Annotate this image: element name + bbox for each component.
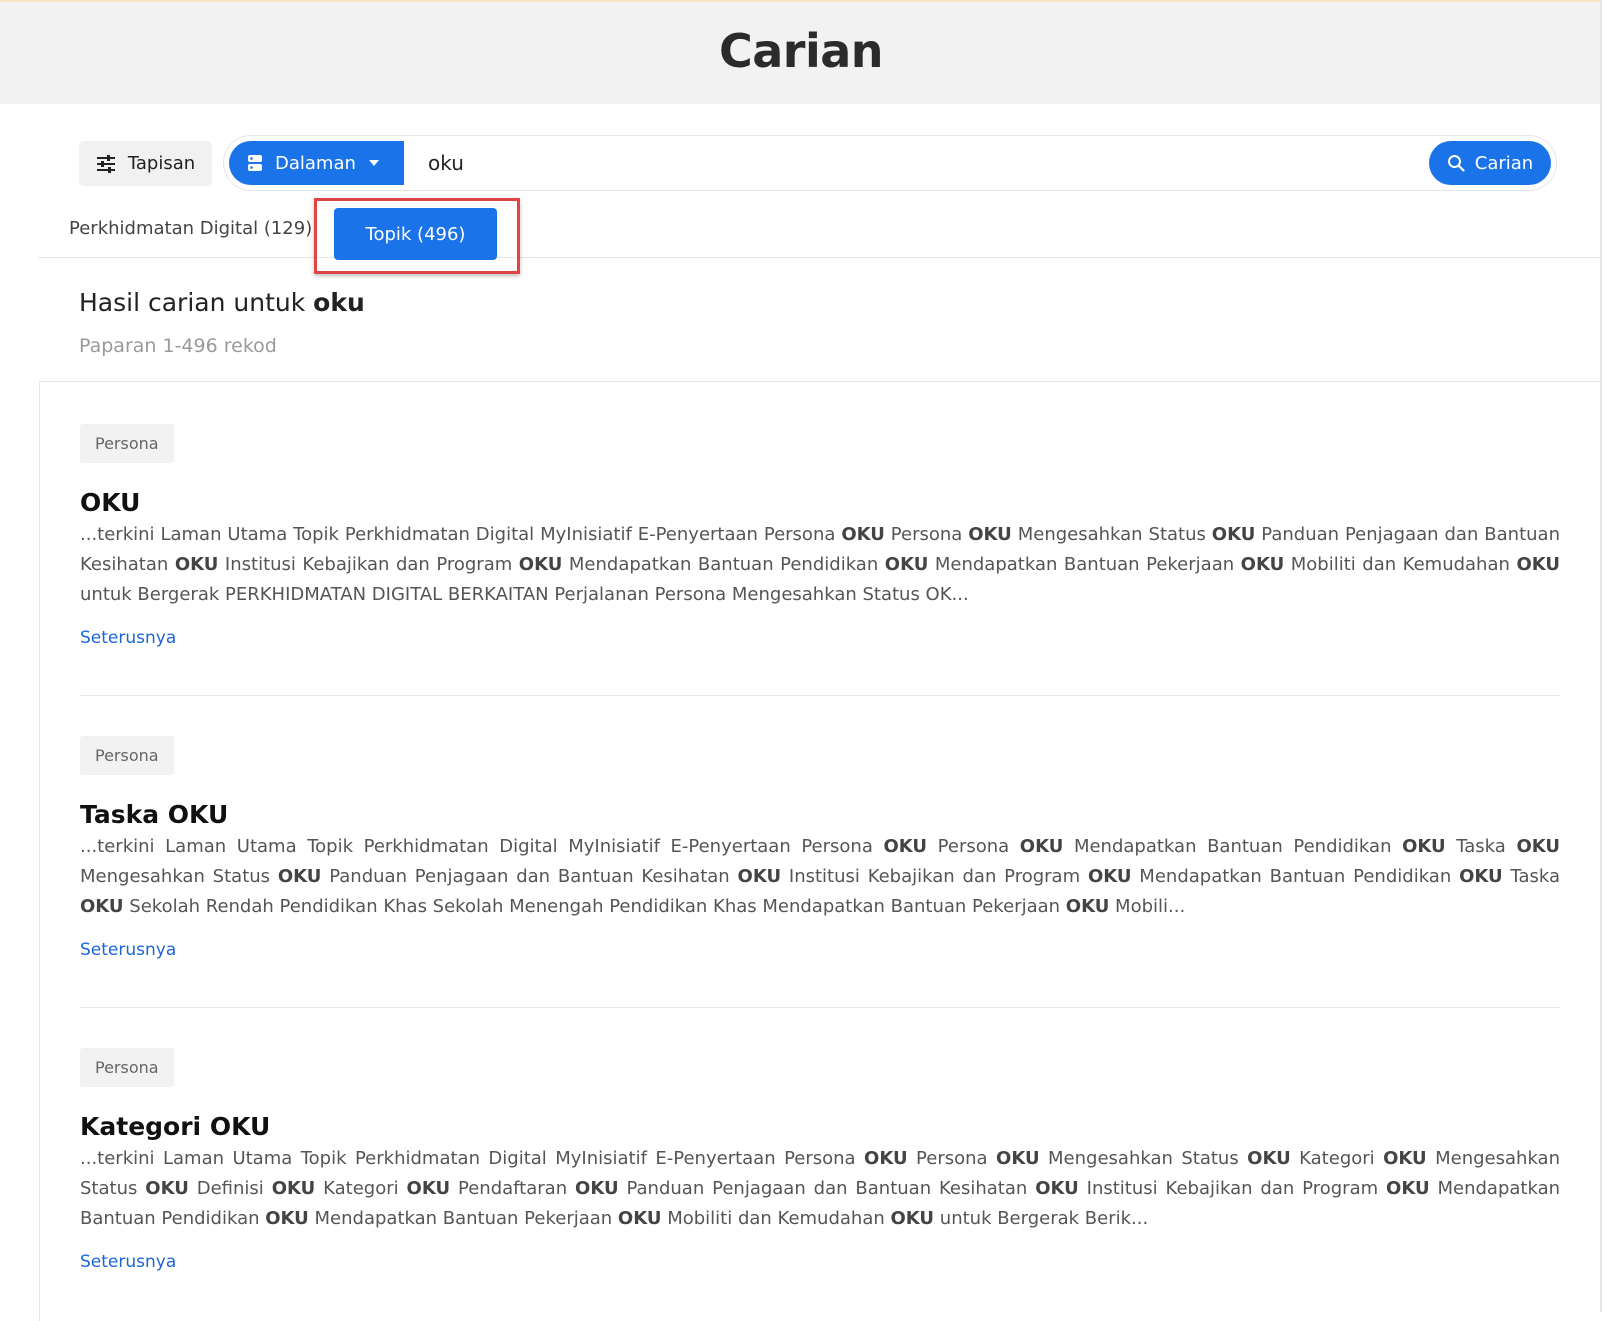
- results-heading-query: oku: [313, 288, 365, 317]
- result-item: Persona Kategori OKU ...terkini Laman Ut…: [80, 1048, 1560, 1272]
- page-title: Carian: [718, 24, 884, 78]
- filter-button-label: Tapisan: [127, 153, 196, 174]
- results-count: Paparan 1-496 rekod: [79, 335, 277, 357]
- result-title[interactable]: Kategori OKU: [80, 1112, 1560, 1142]
- caret-down-icon: [368, 159, 380, 167]
- results-heading: Hasil carian untuk oku: [79, 288, 365, 317]
- result-title[interactable]: OKU: [80, 488, 1560, 518]
- result-tabs: Perkhidmatan Digital (129) Topik (496): [38, 205, 1602, 260]
- results-heading-prefix: Hasil carian untuk: [79, 288, 314, 317]
- magnifier-icon: [1447, 154, 1465, 172]
- result-title[interactable]: Taska OKU: [80, 800, 1560, 830]
- scope-dropdown[interactable]: Dalaman: [229, 141, 404, 185]
- result-snippet: ...terkini Laman Utama Topik Perkhidmata…: [80, 836, 1560, 917]
- search-button[interactable]: Carian: [1429, 141, 1551, 185]
- result-item: Persona Taska OKU ...terkini Laman Utama…: [80, 736, 1560, 960]
- result-divider: [80, 695, 1560, 696]
- scope-dropdown-label: Dalaman: [275, 152, 356, 174]
- search-button-label: Carian: [1474, 152, 1534, 174]
- tab-perkhidmatan-digital[interactable]: Perkhidmatan Digital (129): [69, 218, 312, 239]
- result-divider: [80, 1007, 1560, 1008]
- result-badge: Persona: [80, 424, 174, 463]
- result-badge: Persona: [80, 736, 174, 775]
- result-more-link[interactable]: Seterusnya: [80, 940, 176, 960]
- filter-button[interactable]: Tapisan: [79, 141, 212, 186]
- result-snippet: ...terkini Laman Utama Topik Perkhidmata…: [80, 524, 1560, 605]
- result-badge: Persona: [80, 1048, 174, 1087]
- search-input[interactable]: [420, 141, 1356, 185]
- server-icon: [247, 154, 263, 172]
- result-snippet: ...terkini Laman Utama Topik Perkhidmata…: [80, 1148, 1560, 1229]
- page-header: Carian: [0, 0, 1602, 104]
- result-more-link[interactable]: Seterusnya: [80, 628, 176, 648]
- search-bar: Dalaman Carian: [223, 135, 1557, 191]
- result-more-link[interactable]: Seterusnya: [80, 1252, 176, 1272]
- result-item: Persona OKU ...terkini Laman Utama Topik…: [80, 424, 1560, 648]
- tab-topik[interactable]: Topik (496): [334, 208, 497, 260]
- sliders-icon: [96, 154, 116, 173]
